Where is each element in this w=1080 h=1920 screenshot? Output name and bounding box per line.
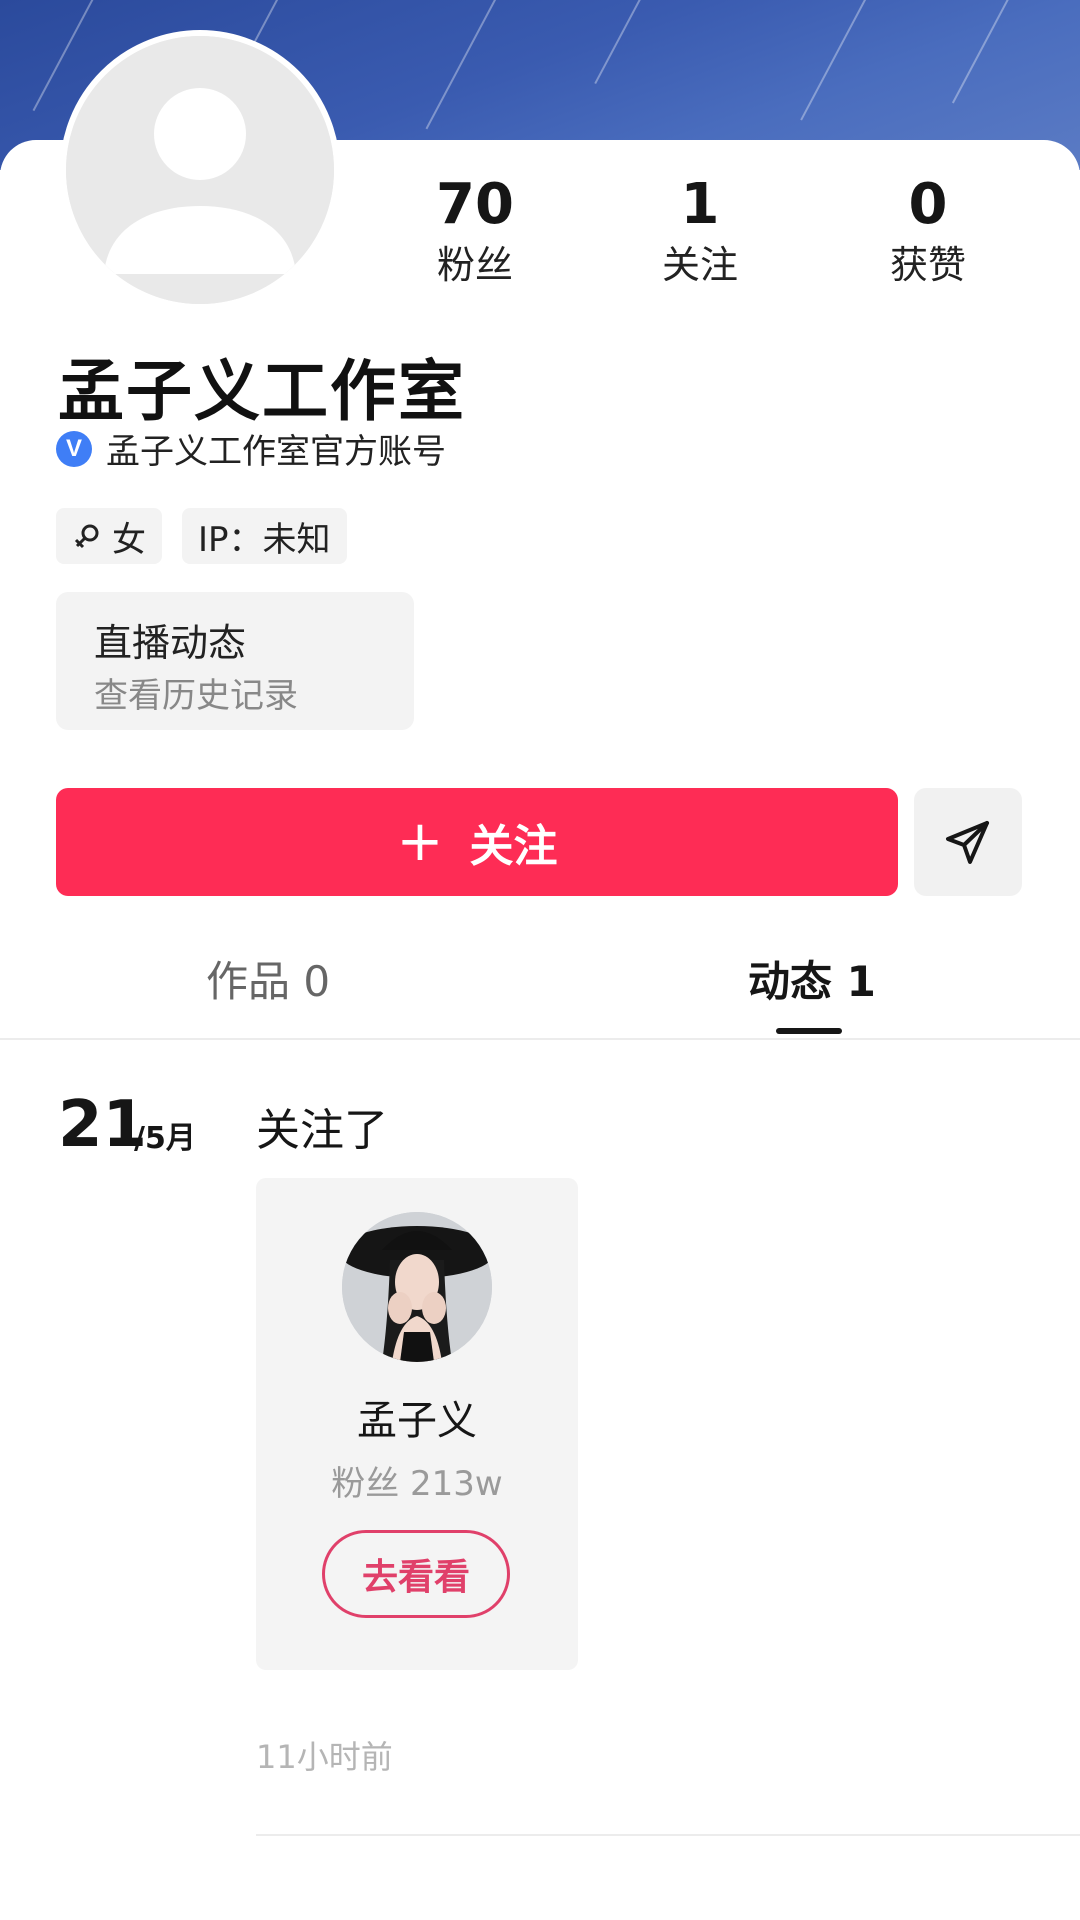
tabs-divider [0,1038,1080,1040]
verified-icon: V [56,430,92,467]
live-subtitle: 查看历史记录 [94,676,298,716]
tab-moments[interactable]: 动态 1 [748,948,876,1009]
share-button[interactable] [914,788,1022,896]
fans-count: 70 [436,172,514,237]
female-symbol-icon [74,524,99,549]
verification-text: 孟子义工作室官方账号 [106,432,446,472]
tab-works[interactable]: 作品 0 [206,948,330,1009]
profile-avatar[interactable] [60,30,340,310]
followed-user-fans: 粉丝 213w [331,1464,503,1504]
paper-plane-icon [946,821,989,864]
followed-user-avatar[interactable] [342,1212,492,1362]
ip-label: IP：未知 [198,519,331,560]
profile-name: 孟子义工作室 [58,353,466,430]
live-title: 直播动态 [94,621,247,665]
gender-tag: 女 [56,508,162,564]
moment-month: /5月 [134,1121,196,1156]
followed-user-name: 孟子义 [357,1398,477,1444]
moment-time: 11小时前 [256,1738,393,1776]
verification-row: V 孟子义工作室官方账号 [56,424,446,473]
stat-following[interactable]: 1 关注 [620,170,780,290]
follow-button[interactable]: + 关注 [56,788,898,896]
ip-tag: IP：未知 [182,508,347,564]
moment-title: 关注了 [256,1105,388,1156]
live-history-card[interactable]: 直播动态 查看历史记录 [56,592,414,730]
gender-label: 女 [112,519,146,560]
user-photo [342,1212,492,1362]
profile-page: 70 粉丝 1 关注 0 获赞 孟子义工作室 V 孟子义工作室官方账号 女 IP… [0,0,1080,1920]
fans-label: 粉丝 [436,243,513,287]
followed-user-card[interactable]: 孟子义 粉丝 213w 去看看 [256,1178,578,1670]
stat-fans[interactable]: 70 粉丝 [395,170,555,290]
likes-label: 获赞 [889,243,966,287]
plus-icon: + [396,809,444,874]
visit-button[interactable]: 去看看 [322,1530,510,1618]
active-tab-indicator [776,1028,842,1034]
moment-divider [256,1834,1080,1836]
follow-label: 关注 [469,821,558,872]
following-count: 1 [680,172,720,237]
default-avatar-icon [66,36,334,304]
stat-likes[interactable]: 0 获赞 [848,170,1008,290]
following-label: 关注 [661,243,738,287]
likes-count: 0 [908,172,948,237]
